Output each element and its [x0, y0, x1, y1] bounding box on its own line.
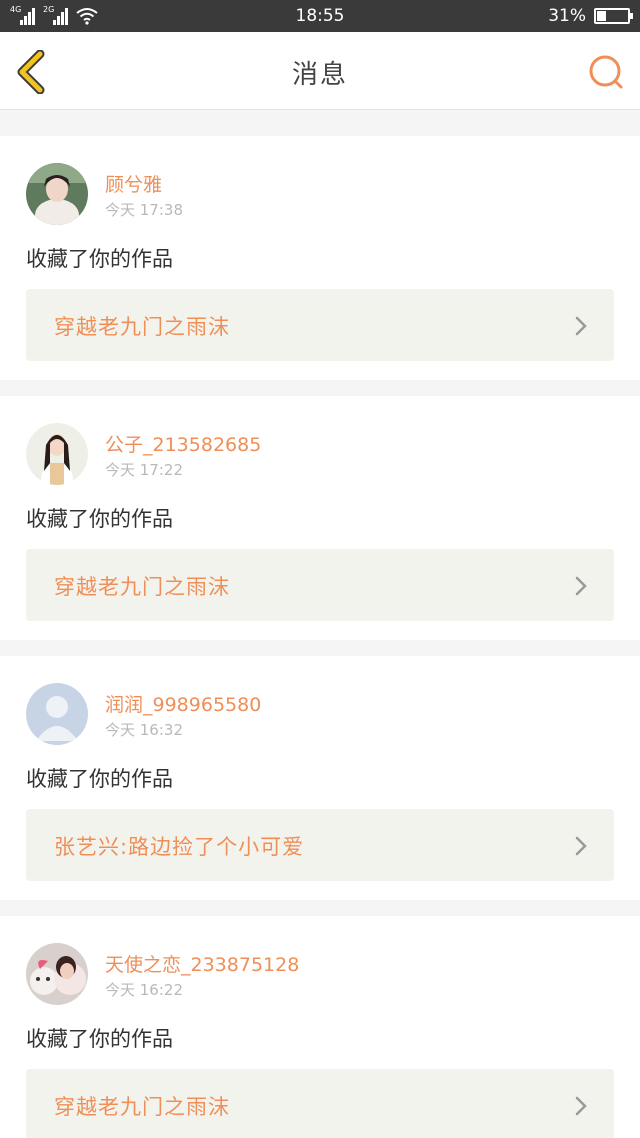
message-time: 今天 16:22 — [105, 981, 183, 999]
status-bar-right: 31% — [548, 6, 633, 26]
username[interactable]: 顾兮雅 — [105, 170, 162, 197]
message-action: 收藏了你的作品 — [26, 1027, 173, 1051]
avatar[interactable] — [26, 423, 88, 485]
username[interactable]: 天使之恋_233875128 — [105, 950, 299, 977]
work-title: 穿越老九门之雨沫 — [54, 315, 230, 339]
avatar[interactable] — [26, 163, 88, 225]
work-title: 穿越老九门之雨沫 — [54, 1095, 230, 1119]
message-time: 今天 17:22 — [105, 461, 183, 479]
username[interactable]: 润润_998965580 — [105, 690, 261, 717]
message-item[interactable]: 顾兮雅 今天 17:38 收藏了你的作品 穿越老九门之雨沫 — [0, 136, 640, 380]
work-title: 穿越老九门之雨沫 — [54, 575, 230, 599]
signal-icon-1: 4G — [10, 5, 35, 25]
chevron-right-icon — [575, 316, 587, 336]
message-item[interactable]: 公子_213582685 今天 17:22 收藏了你的作品 穿越老九门之雨沫 — [0, 396, 640, 640]
work-link[interactable]: 穿越老九门之雨沫 — [26, 1069, 614, 1138]
avatar[interactable] — [26, 683, 88, 745]
signal-icon-2: 2G — [43, 5, 68, 25]
message-time: 今天 17:38 — [105, 201, 183, 219]
network-type-1: 4G — [10, 5, 22, 14]
page-title: 消息 — [291, 60, 348, 90]
status-bar: 4G 2G 18:55 31% — [0, 0, 640, 32]
work-link[interactable]: 张艺兴:路边捡了个小可爱 — [26, 809, 614, 881]
chevron-right-icon — [575, 1096, 587, 1116]
message-item[interactable]: 天使之恋_233875128 今天 16:22 收藏了你的作品 穿越老九门之雨沫 — [0, 916, 640, 1138]
battery-level-fill — [597, 11, 607, 21]
message-action: 收藏了你的作品 — [26, 767, 173, 791]
network-type-2: 2G — [43, 5, 55, 14]
work-link[interactable]: 穿越老九门之雨沫 — [26, 549, 614, 621]
chevron-right-icon — [575, 836, 587, 856]
battery-icon — [594, 8, 633, 24]
message-item[interactable]: 润润_998965580 今天 16:32 收藏了你的作品 张艺兴:路边捡了个小… — [0, 656, 640, 900]
message-action: 收藏了你的作品 — [26, 507, 173, 531]
chevron-right-icon — [575, 576, 587, 596]
wifi-icon — [76, 8, 98, 25]
status-bar-left: 4G 2G — [10, 5, 98, 25]
search-icon[interactable] — [586, 52, 626, 92]
app-header: 消息 — [0, 32, 640, 110]
message-time: 今天 16:32 — [105, 721, 183, 739]
battery-percent: 31% — [548, 6, 586, 26]
work-link[interactable]: 穿越老九门之雨沫 — [26, 289, 614, 361]
avatar[interactable] — [26, 943, 88, 1005]
username[interactable]: 公子_213582685 — [105, 430, 261, 457]
message-action: 收藏了你的作品 — [26, 247, 173, 271]
work-title: 张艺兴:路边捡了个小可爱 — [54, 835, 305, 859]
